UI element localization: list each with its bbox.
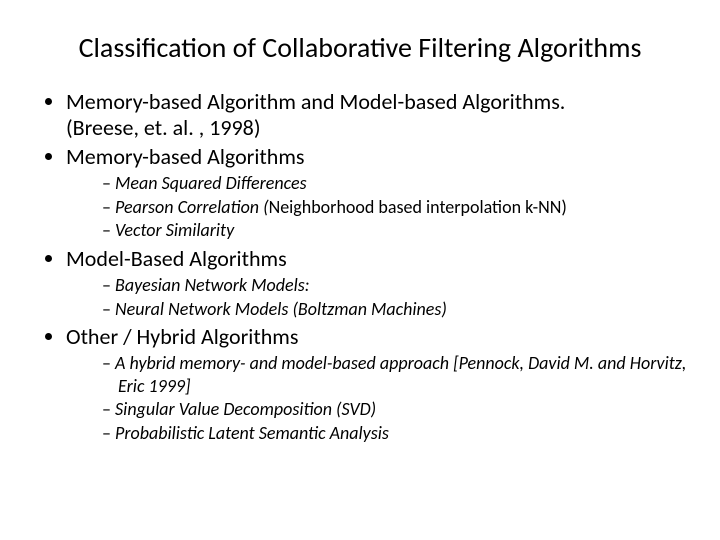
slide-title: Classification of Collaborative Filterin… bbox=[30, 30, 690, 65]
bullet-list: Memory-based Algorithm and Model-based A… bbox=[30, 89, 690, 444]
bullet-text: Other / Hybrid Algorithms bbox=[66, 323, 298, 350]
sub-list: A hybrid memory- and model-based approac… bbox=[66, 352, 690, 444]
sub-text: Singular Value Decomposition (SVD) bbox=[115, 398, 376, 420]
sub-text: A hybrid memory- and model-based approac… bbox=[115, 352, 686, 397]
sub-item: Vector Similarity bbox=[102, 219, 690, 242]
bullet-other-hybrid: Other / Hybrid Algorithms A hybrid memor… bbox=[66, 324, 690, 444]
sub-list: Mean Squared Differences Pearson Correla… bbox=[66, 172, 690, 242]
slide: Classification of Collaborative Filterin… bbox=[0, 0, 720, 540]
bullet-text: Memory-based Algorithms bbox=[66, 143, 305, 170]
sub-text: Pearson Correlation ( bbox=[115, 196, 269, 218]
sub-item: Mean Squared Differences bbox=[102, 172, 690, 195]
bullet-citation: (Breese, et. al. , 1998) bbox=[66, 114, 261, 141]
sub-text: Neural Network Models (Boltzman Machines… bbox=[115, 298, 447, 320]
sub-item: Neural Network Models (Boltzman Machines… bbox=[102, 298, 690, 321]
sub-text: Probabilistic Latent Semantic Analysis bbox=[115, 422, 389, 444]
sub-item: A hybrid memory- and model-based approac… bbox=[102, 352, 690, 397]
sub-item: Bayesian Network Models: bbox=[102, 274, 690, 297]
sub-item: Singular Value Decomposition (SVD) bbox=[102, 398, 690, 421]
sub-text: Mean Squared Differences bbox=[115, 172, 307, 194]
bullet-memory-model-intro: Memory-based Algorithm and Model-based A… bbox=[66, 89, 690, 142]
sub-text: Bayesian Network Models: bbox=[115, 274, 310, 296]
sub-list: Bayesian Network Models: Neural Network … bbox=[66, 274, 690, 320]
bullet-memory-based: Memory-based Algorithms Mean Squared Dif… bbox=[66, 144, 690, 242]
bullet-model-based: Model-Based Algorithms Bayesian Network … bbox=[66, 246, 690, 320]
sub-text-roman: Neighborhood based interpolation k-NN) bbox=[269, 196, 567, 218]
sub-item: Probabilistic Latent Semantic Analysis bbox=[102, 422, 690, 445]
sub-item: Pearson Correlation (Neighborhood based … bbox=[102, 196, 690, 219]
bullet-text: Memory-based Algorithm and Model-based A… bbox=[66, 88, 565, 115]
sub-text: Vector Similarity bbox=[115, 219, 234, 241]
bullet-text: Model-Based Algorithms bbox=[66, 245, 287, 272]
